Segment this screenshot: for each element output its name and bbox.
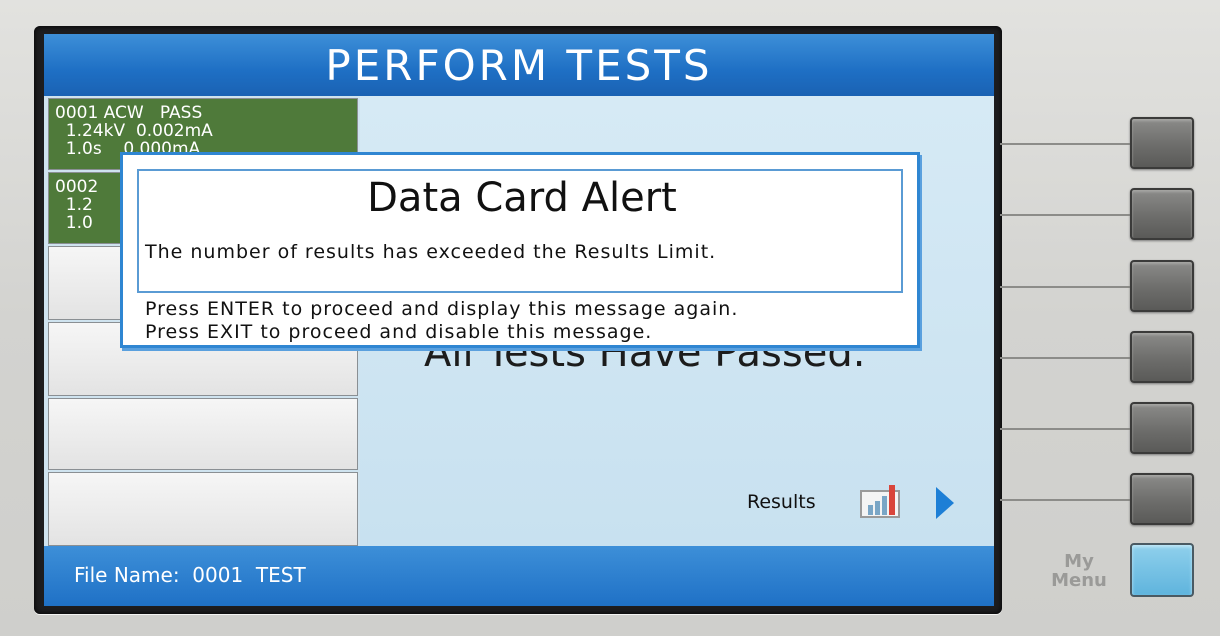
soft-key-2[interactable]: [1130, 188, 1194, 240]
my-menu-button[interactable]: [1130, 543, 1194, 597]
file-name-caption: File Name:: [74, 563, 180, 587]
test-step-2-header: 0002: [55, 177, 99, 197]
bar-chart-icon[interactable]: [859, 483, 903, 519]
data-card-alert-dialog: Data Card Alert The number of results ha…: [120, 152, 920, 348]
alert-message-box: Data Card Alert The number of results ha…: [137, 169, 903, 293]
alert-exit-instruction: Press EXIT to proceed and disable this m…: [145, 321, 653, 343]
soft-key-5-guide: [1000, 428, 1134, 430]
file-name-label: File Name: 0001 TEST: [74, 563, 306, 587]
alert-title: Data Card Alert: [367, 175, 677, 221]
soft-key-3[interactable]: [1130, 260, 1194, 312]
alert-message: The number of results has exceeded the R…: [145, 241, 717, 263]
test-step-2-times: 1.0: [55, 213, 93, 233]
results-label[interactable]: Results: [747, 491, 816, 513]
soft-key-1-guide: [1000, 143, 1134, 145]
my-menu-label-line1: My: [1064, 551, 1094, 572]
soft-key-6-guide: [1000, 499, 1134, 501]
right-arrow-icon[interactable]: [934, 486, 956, 520]
soft-key-4[interactable]: [1130, 331, 1194, 383]
soft-key-6[interactable]: [1130, 473, 1194, 525]
test-step-1-values: 1.24kV 0.002mA: [55, 121, 213, 141]
display-screen: PERFORM TESTS 0001 ACW PASS 1.24kV 0.002…: [44, 34, 994, 606]
my-menu-label: My Menu: [1044, 552, 1114, 590]
test-step-6[interactable]: [48, 472, 358, 546]
soft-key-2-guide: [1000, 214, 1134, 216]
my-menu-label-line2: Menu: [1051, 570, 1107, 591]
status-bar: File Name: 0001 TEST: [44, 546, 994, 606]
test-step-5[interactable]: [48, 398, 358, 470]
soft-key-3-guide: [1000, 286, 1134, 288]
alert-enter-instruction: Press ENTER to proceed and display this …: [145, 298, 739, 320]
soft-key-1[interactable]: [1130, 117, 1194, 169]
file-name-value: 0001 TEST: [192, 563, 306, 587]
test-step-2-values: 1.2: [55, 195, 93, 215]
test-step-1-header: 0001 ACW PASS: [55, 103, 203, 123]
title-bar: PERFORM TESTS: [44, 34, 994, 96]
page-title: PERFORM TESTS: [325, 40, 713, 90]
soft-key-5[interactable]: [1130, 402, 1194, 454]
soft-key-4-guide: [1000, 357, 1134, 359]
